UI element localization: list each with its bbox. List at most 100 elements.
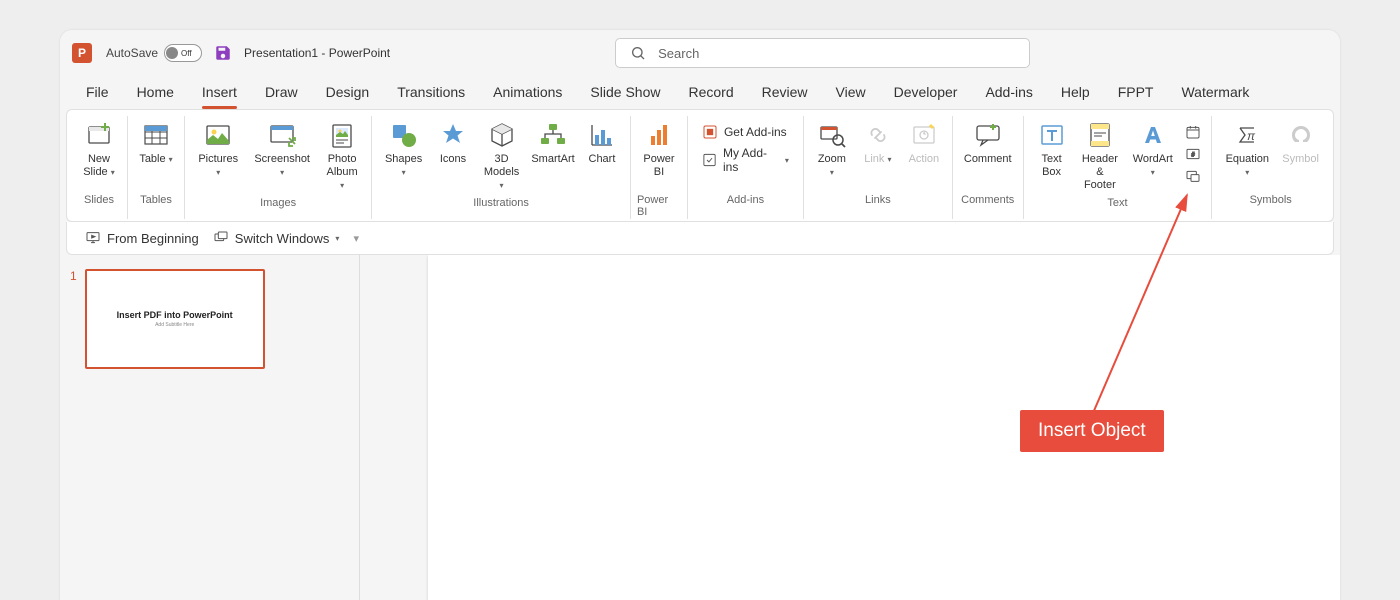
toggle-switch[interactable]: Off [164, 44, 202, 62]
tab-help[interactable]: Help [1047, 76, 1104, 108]
comment-label: Comment [964, 153, 1012, 166]
tab-add-ins[interactable]: Add-ins [971, 76, 1046, 108]
chart-button[interactable]: Chart [580, 116, 624, 168]
3d-models-label: 3DModels ▾ [482, 153, 521, 193]
my-addins-button[interactable]: My Add-ins ▾ [698, 144, 793, 176]
group-label: Slides [84, 192, 114, 207]
wordart-button[interactable]: WordArt ▾ [1126, 116, 1179, 181]
tab-watermark[interactable]: Watermark [1167, 76, 1263, 108]
switch-windows-button[interactable]: Switch Windows ▾ [213, 230, 340, 246]
shapes-icon [387, 118, 421, 152]
slide-thumbnails-panel: 1 Insert PDF into PowerPoint Add Subtitl… [60, 255, 360, 600]
text-box-label: TextBox [1041, 153, 1061, 179]
symbol-label: Symbol [1282, 153, 1319, 166]
comment-button[interactable]: Comment [959, 116, 1017, 168]
windows-icon [213, 230, 229, 246]
slide-number-button[interactable]: # [1183, 144, 1203, 164]
autosave-toggle[interactable]: AutoSave Off [106, 44, 202, 62]
object-button[interactable] [1183, 166, 1203, 186]
group-label: Text [1107, 195, 1127, 210]
new-slide-icon [82, 118, 116, 152]
link-icon [861, 118, 895, 152]
screenshot-button[interactable]: Screenshot ▾ [247, 116, 317, 181]
table-label: Table ▾ [139, 153, 172, 166]
overflow-button[interactable]: ▾ [353, 232, 359, 245]
present-icon [85, 230, 101, 246]
zoom-button[interactable]: Zoom ▾ [810, 116, 854, 181]
chart-label: Chart [589, 153, 616, 166]
smartart-button[interactable]: SmartArt [528, 116, 578, 168]
shapes-button[interactable]: Shapes ▾ [378, 116, 429, 181]
link-button[interactable]: Link ▾ [856, 116, 900, 168]
thumbnail-subtitle: Add Subtitle Here [155, 322, 194, 328]
tab-home[interactable]: Home [123, 76, 188, 108]
get-addins-button[interactable]: Get Add-ins [698, 122, 793, 142]
tab-draw[interactable]: Draw [251, 76, 312, 108]
photo-album-button[interactable]: PhotoAlbum ▾ [319, 116, 365, 195]
symbol-button[interactable]: Symbol [1278, 116, 1323, 168]
slide-canvas-area: Insert PDF into PowerPoint [360, 255, 1340, 600]
powerpoint-icon: P [72, 43, 92, 63]
callout-label: Insert Object [1020, 410, 1164, 452]
zoom-label: Zoom ▾ [815, 153, 849, 179]
screenshot-label: Screenshot ▾ [252, 153, 312, 179]
action-label: Action [909, 153, 940, 166]
quick-access-bar: From Beginning Switch Windows ▾ ▾ [66, 222, 1334, 255]
app-window: P AutoSave Off Presentation1 - PowerPoin… [60, 30, 1340, 600]
save-icon[interactable] [214, 44, 232, 62]
svg-text:π: π [1247, 129, 1256, 143]
icons-icon [436, 118, 470, 152]
tab-transitions[interactable]: Transitions [383, 76, 479, 108]
slide-number: 1 [70, 269, 77, 369]
ribbon-group-comments: CommentComments [953, 116, 1024, 219]
pictures-button[interactable]: Pictures ▾ [191, 116, 245, 181]
tab-developer[interactable]: Developer [880, 76, 972, 108]
ribbon: NewSlide ▾ Slides Table ▾ Tables Pictures ▾ S… [66, 109, 1334, 222]
tab-file[interactable]: File [72, 76, 123, 108]
group-label: Symbols [1250, 192, 1292, 207]
photo-album-icon [325, 118, 359, 152]
tab-animations[interactable]: Animations [479, 76, 576, 108]
tab-insert[interactable]: Insert [188, 76, 251, 108]
shapes-label: Shapes ▾ [383, 153, 424, 179]
header-footer-icon [1083, 118, 1117, 152]
icons-label: Icons [440, 153, 466, 166]
photo-album-label: PhotoAlbum ▾ [324, 153, 360, 193]
ribbon-group-add-ins: Get Add-insMy Add-ins ▾Add-ins [688, 116, 804, 219]
titlebar: P AutoSave Off Presentation1 - PowerPoin… [60, 30, 1340, 76]
tab-review[interactable]: Review [748, 76, 822, 108]
power-bi-label: PowerBI [643, 153, 674, 179]
icons-button[interactable]: Icons [431, 116, 475, 168]
svg-text:#: # [1192, 153, 1196, 159]
3d-models-button[interactable]: 3DModels ▾ [477, 116, 526, 195]
from-beginning-label: From Beginning [107, 231, 199, 246]
tab-view[interactable]: View [822, 76, 880, 108]
search-bar[interactable]: Search [615, 38, 1030, 68]
ribbon-group-images: Pictures ▾Screenshot ▾PhotoAlbum ▾Images [185, 116, 372, 219]
tab-fppt[interactable]: FPPT [1104, 76, 1168, 108]
from-beginning-button[interactable]: From Beginning [85, 230, 199, 246]
group-label: Tables [140, 192, 172, 207]
action-button[interactable]: Action [902, 116, 946, 168]
tab-slide-show[interactable]: Slide Show [576, 76, 674, 108]
3d-models-icon [485, 118, 519, 152]
tab-record[interactable]: Record [674, 76, 747, 108]
date-time-button[interactable] [1183, 122, 1203, 142]
text-box-button[interactable]: TextBox [1030, 116, 1074, 181]
autosave-label: AutoSave [106, 46, 158, 60]
tab-design[interactable]: Design [312, 76, 384, 108]
equation-icon: π [1230, 118, 1264, 152]
comment-icon [971, 118, 1005, 152]
header-footer-button[interactable]: Header& Footer [1076, 116, 1125, 195]
table-button[interactable]: Table ▾ [134, 116, 178, 168]
power-bi-button[interactable]: PowerBI [637, 116, 681, 181]
chevron-down-icon: ▾ [335, 234, 339, 243]
ribbon-tabs: FileHomeInsertDrawDesignTransitionsAnima… [60, 76, 1340, 109]
slide-canvas[interactable]: Insert PDF into PowerPoint [428, 255, 1340, 600]
equation-button[interactable]: πEquation ▾ [1218, 116, 1276, 181]
link-label: Link ▾ [864, 153, 891, 166]
search-icon [630, 45, 646, 61]
group-label: Links [865, 192, 891, 207]
new-slide-button[interactable]: NewSlide ▾ [77, 116, 121, 181]
slide-thumbnail[interactable]: Insert PDF into PowerPoint Add Subtitle … [85, 269, 265, 369]
